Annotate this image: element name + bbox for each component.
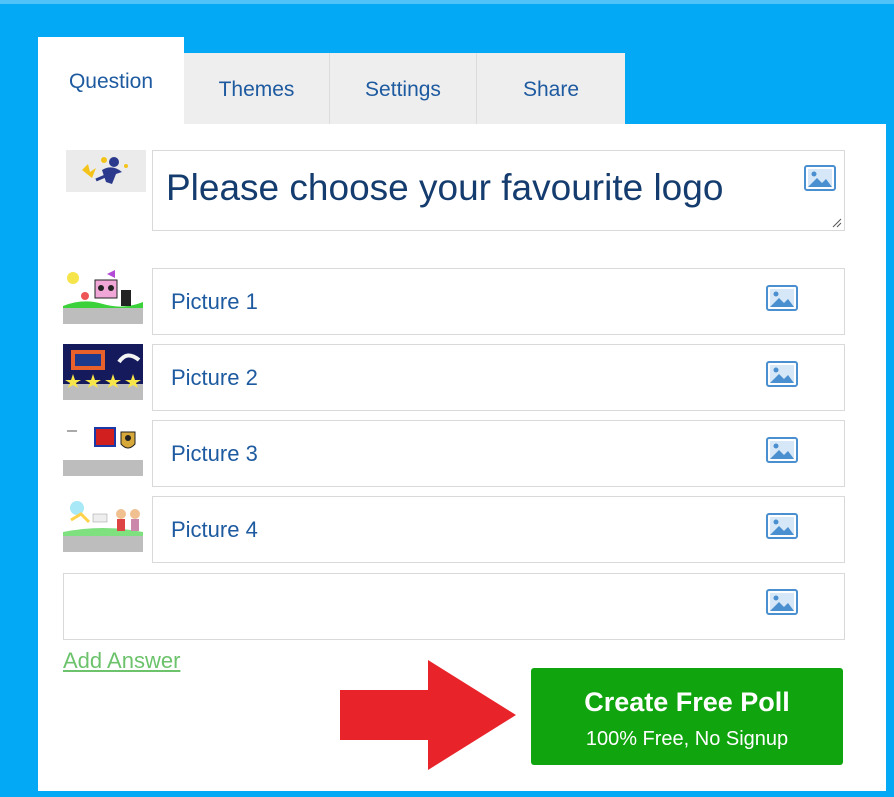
answer-1-field[interactable]: Picture 1 <box>152 268 845 335</box>
resize-grip-icon[interactable] <box>832 218 842 228</box>
create-button-subtitle: 100% Free, No Signup <box>585 728 789 750</box>
red-arrow-icon <box>340 660 516 770</box>
tab-question[interactable]: Question <box>38 37 184 126</box>
answer-4-input[interactable]: Picture 4 <box>171 517 258 543</box>
top-strip <box>0 0 894 4</box>
answer-2-input[interactable]: Picture 2 <box>171 365 258 391</box>
add-answer-link[interactable]: Add Answer <box>63 648 180 674</box>
answer-3-thumbnail[interactable] <box>63 420 143 476</box>
question-logo-thumbnail[interactable] <box>66 150 146 192</box>
answer-5-field[interactable] <box>63 573 845 640</box>
answer-1-input[interactable]: Picture 1 <box>171 289 258 315</box>
answer-4-field[interactable]: Picture 4 <box>152 496 845 563</box>
question-field[interactable]: Please choose your favourite logo <box>152 150 845 231</box>
answer-2-field[interactable]: Picture 2 <box>152 344 845 411</box>
tab-settings-label: Settings <box>365 77 441 101</box>
tab-share-label: Share <box>522 77 580 101</box>
create-free-poll-button[interactable]: Create Free Poll 100% Free, No Signup <box>531 668 843 765</box>
question-input[interactable]: Please choose your favourite logo <box>166 167 723 209</box>
answer-1-thumbnail[interactable] <box>63 268 143 324</box>
tab-themes[interactable]: Themes <box>184 53 330 126</box>
answer-3-image-icon[interactable] <box>766 437 798 463</box>
answer-5-image-icon[interactable] <box>766 589 798 615</box>
question-image-icon[interactable] <box>804 165 836 191</box>
tab-settings[interactable]: Settings <box>330 53 477 126</box>
create-button-title: Create Free Poll <box>584 687 790 717</box>
tab-share[interactable]: Share <box>477 53 625 126</box>
tab-themes-label: Themes <box>218 77 295 101</box>
answer-2-image-icon[interactable] <box>766 361 798 387</box>
answer-4-thumbnail[interactable] <box>63 496 143 552</box>
tab-question-label: Question <box>68 70 154 93</box>
answer-3-field[interactable]: Picture 3 <box>152 420 845 487</box>
answer-4-image-icon[interactable] <box>766 513 798 539</box>
answer-3-input[interactable]: Picture 3 <box>171 441 258 467</box>
answer-2-thumbnail[interactable] <box>63 344 143 400</box>
answer-1-image-icon[interactable] <box>766 285 798 311</box>
